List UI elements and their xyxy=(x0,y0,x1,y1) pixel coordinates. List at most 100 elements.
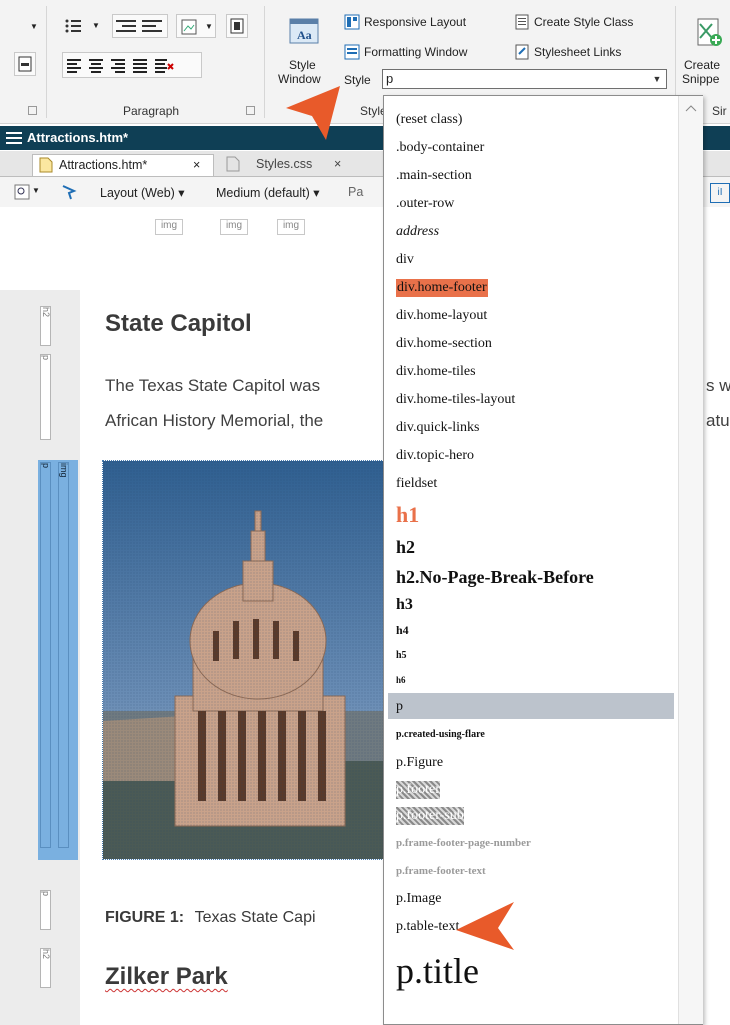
style-option-p-frame-footer-page-number[interactable]: p.frame-footer-page-number xyxy=(396,829,531,857)
style-dropdown-list[interactable]: (reset class) .body-container .main-sectio… xyxy=(383,95,703,1025)
formatting-window-icon xyxy=(344,44,360,60)
page-dropdown[interactable]: Pa xyxy=(348,185,363,199)
create-snippet-button[interactable]: Create Snippe xyxy=(682,12,730,94)
html-file-icon xyxy=(39,157,53,173)
page-icon-button[interactable] xyxy=(14,52,36,76)
style-option-h3[interactable]: h3 xyxy=(396,592,413,618)
style-option-fieldset[interactable]: fieldset xyxy=(396,470,437,498)
chevron-down-icon[interactable]: ▼ xyxy=(32,186,40,195)
figure-caption-text: Texas State Capi xyxy=(194,909,316,926)
responsive-layout-button[interactable]: Responsive Layout xyxy=(344,12,504,32)
paragraph-launcher-icon[interactable] xyxy=(246,106,255,115)
separator xyxy=(264,6,265,118)
marker-label: p xyxy=(41,355,51,361)
structure-marker-p[interactable]: p xyxy=(40,890,51,930)
close-icon[interactable]: × xyxy=(193,155,200,175)
style-option-div-home-footer[interactable]: div.home-footer xyxy=(396,279,488,297)
block-button[interactable] xyxy=(226,14,248,38)
structure-marker-p[interactable]: p xyxy=(40,462,51,848)
style-option-address[interactable]: address xyxy=(396,218,439,246)
style-option-body-container[interactable]: .body-container xyxy=(396,134,484,162)
img-tag-marker[interactable]: img xyxy=(220,219,248,235)
style-option-h1[interactable]: h1 xyxy=(396,498,419,532)
paragraph-line-2-right[interactable]: atu xyxy=(706,411,730,431)
style-option-div-quick-links[interactable]: div.quick-links xyxy=(396,414,479,442)
img-tag-marker[interactable]: img xyxy=(277,219,305,235)
style-option-h2-no-page-break-before[interactable]: h2.No-Page-Break-Before xyxy=(396,562,594,592)
create-snippet-icon xyxy=(697,18,722,46)
style-field-label: Style xyxy=(344,73,371,87)
medium-dropdown[interactable]: Medium (default) ▾ xyxy=(216,185,320,200)
style-option-p-table-text[interactable]: p.table-text xyxy=(396,913,459,941)
style-option-div-topic-hero[interactable]: div.topic-hero xyxy=(396,442,474,470)
formatting-window-label: Formatting Window xyxy=(364,45,468,59)
heading-zilker-text: Zilker Park xyxy=(105,963,228,990)
css-file-icon xyxy=(226,156,240,172)
style-option-p[interactable]: p xyxy=(396,693,403,721)
structure-marker-p[interactable]: p xyxy=(40,354,51,440)
menu-icon[interactable] xyxy=(6,131,22,145)
style-option-p-footer[interactable]: p.footer xyxy=(396,781,440,799)
layout-label: Layout (Web) xyxy=(100,186,175,200)
formatting-window-button[interactable]: Formatting Window xyxy=(344,42,504,62)
style-option-p-image[interactable]: p.Image xyxy=(396,885,441,913)
tab-styles-css[interactable]: Styles.css × xyxy=(218,154,368,176)
style-option-reset-class[interactable]: (reset class) xyxy=(396,106,462,134)
svg-text:Aa: Aa xyxy=(297,28,312,42)
style-option-div-home-section[interactable]: div.home-section xyxy=(396,330,492,358)
style-option-div-home-tiles[interactable]: div.home-tiles xyxy=(396,358,476,386)
style-option-div-home-tiles-layout[interactable]: div.home-tiles-layout xyxy=(396,386,515,414)
marker-label: img xyxy=(59,463,69,478)
scroll-up-icon[interactable] xyxy=(685,104,697,112)
style-option-main-section[interactable]: .main-section xyxy=(396,162,472,190)
create-snippet-label-2: Snippe xyxy=(682,72,720,86)
style-option-h5[interactable]: h5 xyxy=(396,643,407,668)
indent-buttons[interactable] xyxy=(112,14,168,38)
bullet-list-icon xyxy=(65,19,81,33)
paragraph-line-1-right[interactable]: s wi xyxy=(706,376,730,396)
dropdown-scrollbar[interactable] xyxy=(678,96,703,1024)
paragraph-line-2[interactable]: African History Memorial, the xyxy=(105,411,323,431)
alignment-buttons[interactable] xyxy=(62,52,202,78)
snippet-group-label: Sir xyxy=(712,104,727,118)
style-option-h6[interactable]: h6 xyxy=(396,668,406,693)
group-launcher-icon[interactable] xyxy=(28,106,37,115)
style-option-h4[interactable]: h4 xyxy=(396,618,409,643)
close-icon[interactable]: × xyxy=(334,154,341,174)
structure-marker-img[interactable]: img xyxy=(58,462,69,848)
heading-state-capitol[interactable]: State Capitol xyxy=(105,310,252,338)
img-tag-marker[interactable]: img xyxy=(155,219,183,235)
layout-dropdown[interactable]: Layout (Web) ▾ xyxy=(100,185,185,200)
style-window-label: Style xyxy=(289,58,316,72)
structure-marker-h2[interactable]: h2 xyxy=(40,306,51,346)
info-icon[interactable]: iI xyxy=(710,183,730,203)
structure-marker-h2[interactable]: h2 xyxy=(40,948,51,988)
dropdown-arrow-button[interactable]: ▼ xyxy=(10,14,38,38)
document-title: Attractions.htm* xyxy=(27,130,129,145)
style-option-p-footer-sub[interactable]: p.footer-sub xyxy=(396,807,464,825)
heading-zilker-park[interactable]: Zilker Park xyxy=(105,963,228,991)
capitol-image[interactable] xyxy=(102,460,386,860)
style-option-p-figure[interactable]: p.Figure xyxy=(396,749,443,777)
style-option-p-frame-footer-text[interactable]: p.frame-footer-text xyxy=(396,857,486,885)
paragraph-line-1[interactable]: The Texas State Capitol was xyxy=(105,376,320,396)
page-icon xyxy=(18,56,32,72)
structure-bar: h2 p p img p h2 xyxy=(0,290,80,1025)
tab-attractions[interactable]: Attractions.htm* × xyxy=(32,154,214,176)
create-style-class-button[interactable]: Create Style Class xyxy=(514,12,659,32)
style-option-p-created-using-flare[interactable]: p.created-using-flare xyxy=(396,721,485,749)
stylesheet-links-button[interactable]: Stylesheet Links xyxy=(514,42,659,62)
image-options-button[interactable]: ▼ xyxy=(176,14,216,38)
style-option-div[interactable]: div xyxy=(396,246,414,274)
indent-icon xyxy=(116,20,162,32)
selected-structure-block[interactable]: p img xyxy=(38,460,78,860)
style-input[interactable]: p xyxy=(382,69,667,89)
zoom-icon[interactable] xyxy=(14,184,30,200)
style-option-h2[interactable]: h2 xyxy=(396,532,415,562)
bullet-list-button[interactable]: ▼ xyxy=(62,14,106,38)
style-dropdown-arrow[interactable]: ▼ xyxy=(648,70,666,88)
create-snippet-label: Create xyxy=(684,58,721,72)
figure-caption[interactable]: FIGURE 1: Texas State Capi xyxy=(105,909,316,927)
style-option-outer-row[interactable]: .outer-row xyxy=(396,190,454,218)
style-option-div-home-layout[interactable]: div.home-layout xyxy=(396,302,487,330)
